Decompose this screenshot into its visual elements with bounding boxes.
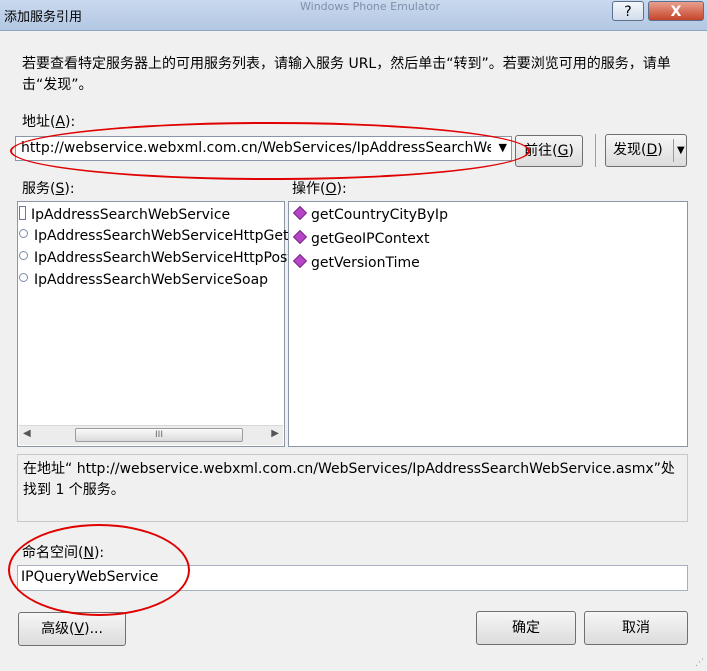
address-label: 地址(A): [22, 111, 75, 131]
status-message: 在地址“ http://webservice.webxml.com.cn/Web… [17, 454, 688, 522]
operations-list[interactable]: getCountryCityByIp getGeoIPContext getVe… [288, 201, 688, 447]
toolbar-divider [595, 134, 596, 167]
list-item-label: getVersionTime [311, 255, 420, 271]
ok-button[interactable]: 确定 [476, 611, 576, 645]
operations-label-end: ): [336, 181, 347, 197]
horizontal-scrollbar[interactable]: ◀ III ▶ [19, 425, 283, 445]
discover-button-label: 发现(D) [613, 135, 663, 166]
window-title: 添加服务引用 [4, 10, 83, 25]
namespace-label: 命名空间(N): [22, 542, 104, 562]
method-icon [292, 205, 308, 221]
list-item[interactable]: getGeoIPContext [292, 229, 430, 247]
method-icon [292, 253, 308, 269]
tree-item-label: IpAddressSearchWebServiceHttpPost [34, 250, 293, 266]
scroll-right-icon[interactable]: ▶ [271, 428, 279, 439]
chevron-down-icon[interactable]: ▼ [499, 141, 507, 154]
advanced-button[interactable]: 高级(V)... [18, 612, 126, 646]
discover-button[interactable]: 发现(D) ▼ [605, 134, 687, 167]
advanced-button-text: 高级( [41, 621, 75, 637]
list-item[interactable]: getCountryCityByIp [292, 205, 448, 223]
address-input[interactable]: http://webservice.webxml.com.cn/WebServi… [21, 140, 491, 156]
help-button[interactable]: ? [612, 1, 644, 21]
discover-button-key: D [646, 142, 658, 158]
discover-button-text: 发现( [613, 142, 647, 158]
operations-label: 操作(O): [292, 178, 347, 198]
instructions-text: 若要查看特定服务器上的可用服务列表，请输入服务 URL，然后单击“转到”。若要浏… [22, 56, 671, 93]
tree-item-root-label: IpAddressSearchWebService [31, 207, 231, 223]
namespace-label-end: ): [93, 545, 105, 561]
advanced-button-key: V [74, 621, 85, 637]
operations-label-text: 操作( [292, 181, 326, 197]
list-item[interactable]: getVersionTime [292, 253, 420, 271]
list-item-label: getCountryCityByIp [311, 207, 448, 223]
services-tree[interactable]: IpAddressSearchWebService IpAddressSearc… [17, 201, 293, 447]
address-combobox[interactable]: http://webservice.webxml.com.cn/WebServi… [15, 136, 512, 161]
address-label-end: ): [65, 114, 76, 130]
tree-item-label: IpAddressSearchWebServiceHttpGet [34, 228, 289, 244]
background-window-title: Windows Phone Emulator [300, 0, 441, 13]
services-label-end: ): [64, 181, 75, 197]
discover-button-separator [673, 139, 674, 162]
tree-item[interactable]: IpAddressSearchWebServiceHttpGet [19, 228, 288, 244]
address-label-text: 地址( [22, 114, 56, 130]
tree-item-label: IpAddressSearchWebServiceSoap [34, 272, 269, 288]
namespace-label-text: 命名空间( [22, 545, 84, 561]
scroll-left-icon[interactable]: ◀ [23, 428, 31, 439]
endpoint-icon [19, 229, 28, 238]
method-icon [292, 229, 308, 245]
tree-item-root[interactable]: IpAddressSearchWebService [19, 206, 230, 223]
namespace-label-key: N [83, 545, 94, 561]
endpoint-icon [19, 273, 28, 282]
operations-label-key: O [325, 181, 337, 197]
tree-item[interactable]: IpAddressSearchWebServiceHttpPost [19, 250, 293, 266]
go-button[interactable]: 前往(G) [515, 135, 583, 167]
cancel-button[interactable]: 取消 [584, 611, 688, 645]
discover-button-end: ) [657, 142, 663, 158]
tree-item[interactable]: IpAddressSearchWebServiceSoap [19, 272, 268, 288]
go-button-key: G [557, 143, 569, 159]
go-button-end: ) [568, 143, 574, 159]
namespace-input[interactable]: IPQueryWebService [17, 565, 688, 591]
endpoint-icon [19, 251, 28, 260]
go-button-text: 前往( [524, 143, 558, 159]
advanced-button-end: )... [84, 621, 103, 637]
resize-grip-icon[interactable]: ⋰ [695, 658, 704, 668]
services-label-text: 服务( [22, 181, 56, 197]
services-label: 服务(S): [22, 178, 75, 198]
service-root-icon [19, 206, 26, 220]
address-label-key: A [55, 114, 66, 130]
list-item-label: getGeoIPContext [311, 231, 430, 247]
scroll-thumb[interactable]: III [75, 428, 243, 442]
title-bar: 添加服务引用 Windows Phone Emulator ? X [0, 0, 707, 31]
discover-dropdown-icon[interactable]: ▼ [677, 135, 685, 166]
close-button[interactable]: X [648, 1, 704, 21]
